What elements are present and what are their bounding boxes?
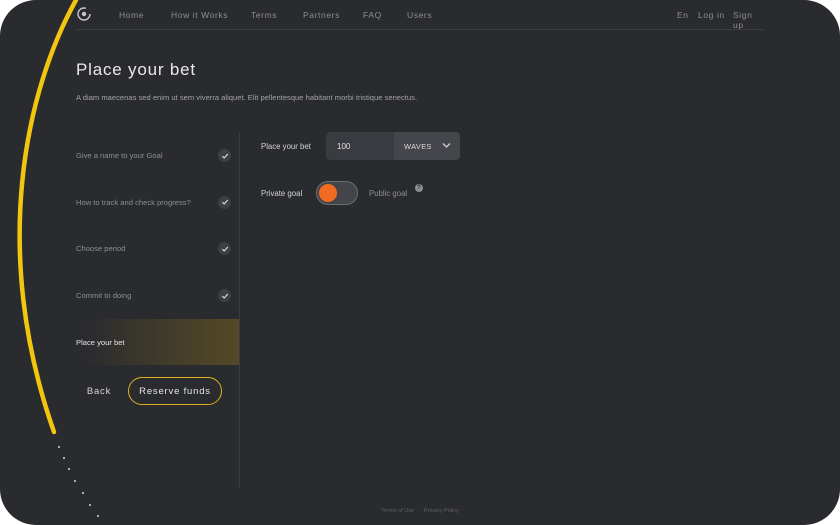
page-title: Place your bet <box>76 60 196 79</box>
footer: Terms of Use · Privacy Policy <box>0 508 840 514</box>
back-button[interactable]: Back <box>76 377 122 405</box>
app-frame: Home How it Works Terms Partners FAQ Use… <box>0 0 840 525</box>
check-icon <box>218 242 231 256</box>
currency-value: WAVES <box>404 142 432 151</box>
vertical-divider <box>239 132 240 488</box>
toggle-knob <box>319 184 337 202</box>
nav-link-terms[interactable]: Terms <box>251 10 277 20</box>
currency-select[interactable]: WAVES <box>394 132 460 160</box>
logo-icon[interactable] <box>76 6 92 22</box>
check-icon <box>218 195 231 209</box>
signup-link[interactable]: Sign up <box>733 10 764 30</box>
nav-link-faq[interactable]: FAQ <box>363 10 382 20</box>
bet-amount-label: Place your bet <box>261 142 311 151</box>
page-description: A diam maecenas sed enim ut sem viverra … <box>76 93 418 102</box>
step-item-commit[interactable]: Commit to doing <box>76 272 240 319</box>
step-label: Place your bet <box>76 337 125 347</box>
step-item-name-goal[interactable]: Give a name to your Goal <box>76 132 240 179</box>
step-label: Commit to doing <box>76 290 132 300</box>
bet-amount-input[interactable] <box>326 132 394 160</box>
decorative-dots <box>58 446 99 517</box>
nav-link-users[interactable]: Users <box>407 10 432 20</box>
nav-link-partners[interactable]: Partners <box>303 10 340 20</box>
step-item-track-progress[interactable]: How to track and check progress? <box>76 179 240 226</box>
login-link[interactable]: Log in <box>698 10 725 20</box>
private-goal-label: Private goal <box>261 189 303 198</box>
step-label: Choose period <box>76 244 126 254</box>
chevron-down-icon <box>442 143 451 148</box>
nav-link-home[interactable]: Home <box>119 10 144 20</box>
top-nav: Home How it Works Terms Partners FAQ Use… <box>76 0 764 30</box>
check-icon <box>218 289 231 303</box>
footer-separator: · <box>418 508 420 514</box>
help-icon[interactable]: ? <box>415 184 423 192</box>
goal-visibility-toggle[interactable] <box>316 181 358 205</box>
check-icon <box>218 149 231 162</box>
step-label: How to track and check progress? <box>76 197 191 207</box>
terms-of-use-link[interactable]: Terms of Use <box>381 508 414 514</box>
step-list: Give a name to your Goal How to track an… <box>0 132 240 366</box>
nav-link-how-it-works[interactable]: How it Works <box>171 10 228 20</box>
step-item-choose-period[interactable]: Choose period <box>76 225 240 272</box>
privacy-policy-link[interactable]: Privacy Policy <box>424 508 459 514</box>
reserve-funds-button[interactable]: Reserve funds <box>128 377 222 405</box>
public-goal-label: Public goal <box>369 189 408 198</box>
language-switch[interactable]: En <box>677 10 689 20</box>
step-label: Give a name to your Goal <box>76 150 163 160</box>
step-item-place-bet[interactable]: Place your bet <box>0 318 240 366</box>
